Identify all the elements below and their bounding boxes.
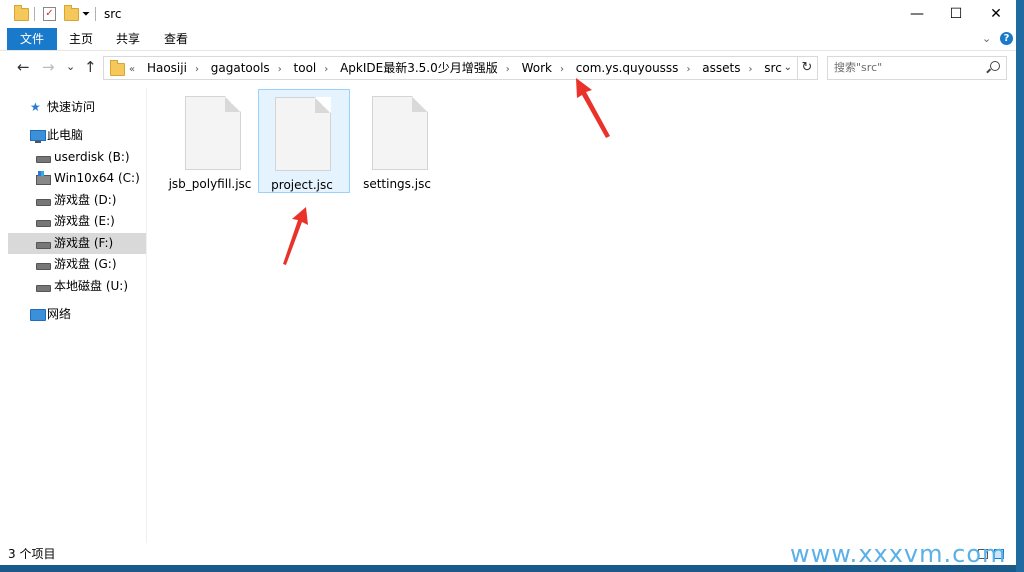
- sidebar-item-drive-u[interactable]: 本地磁盘 (U:): [8, 276, 146, 297]
- navigation-bar: ← → ⌄ ↑ « Haosiji › gagatools › tool › ApkI…: [0, 51, 1016, 83]
- desktop-background-strip: [1016, 0, 1024, 572]
- annotation-arrow-file: [283, 207, 308, 265]
- document-icon: [372, 96, 428, 170]
- tab-file[interactable]: 文件: [7, 28, 57, 50]
- tab-view[interactable]: 查看: [164, 28, 188, 50]
- sidebar-item-label: 网络: [47, 307, 72, 321]
- sidebar-item-label: 本地磁盘 (U:): [54, 279, 129, 293]
- sidebar-item-label: userdisk (B:): [54, 150, 130, 164]
- sidebar-item-drive-b[interactable]: userdisk (B:): [8, 147, 146, 168]
- sidebar-item-label: Win10x64 (C:): [54, 171, 140, 185]
- close-button[interactable]: ✕: [973, 0, 1016, 28]
- explorer-window: ✓ ⏷ src — ☐ ✕ 文件 主页 共享 查看 ⌄ ? ← → ⌄ ↑ « …: [0, 0, 1016, 565]
- address-bar[interactable]: « Haosiji › gagatools › tool › ApkIDE最新3.5.…: [103, 56, 798, 80]
- chevron-right-icon[interactable]: ›: [190, 59, 204, 81]
- chevron-right-icon[interactable]: ›: [555, 59, 569, 81]
- document-icon: [275, 97, 331, 171]
- tab-home[interactable]: 主页: [69, 28, 93, 50]
- ribbon-tabs: 文件 主页 共享 查看 ⌄ ?: [0, 28, 1016, 51]
- breadcrumb-item[interactable]: assets: [699, 57, 743, 79]
- sidebar-item-drive-e[interactable]: 游戏盘 (E:): [8, 211, 146, 232]
- help-icon[interactable]: ?: [1000, 32, 1013, 45]
- drive-icon: [36, 242, 51, 249]
- sidebar-item-this-pc[interactable]: 此电脑: [8, 125, 146, 146]
- document-icon: [185, 96, 241, 170]
- customize-quick-access-icon[interactable]: ⏷: [82, 6, 90, 22]
- search-input[interactable]: [834, 59, 984, 75]
- title-separator: [95, 7, 96, 21]
- breadcrumb: « Haosiji › gagatools › tool › ApkIDE最新3.5.…: [124, 57, 785, 79]
- quick-access-separator: [34, 7, 35, 21]
- file-item[interactable]: jsb_polyfill.jsc: [164, 89, 256, 193]
- sidebar-item-label: 游戏盘 (E:): [54, 214, 115, 228]
- network-icon: [30, 309, 46, 321]
- folder-icon[interactable]: [14, 4, 29, 22]
- sidebar-item-drive-g[interactable]: 游戏盘 (G:): [8, 254, 146, 275]
- sidebar-item-drive-d[interactable]: 游戏盘 (D:): [8, 190, 146, 211]
- annotation-arrow-address: [576, 78, 610, 138]
- chevron-right-icon[interactable]: ›: [743, 59, 757, 81]
- system-drive-icon: [36, 171, 51, 185]
- address-dropdown-icon[interactable]: ⌄: [784, 57, 792, 79]
- navigation-pane: ★ 快速访问 此电脑 userdisk (B:) Win10x64 (C:) 游…: [8, 88, 147, 543]
- tab-share[interactable]: 共享: [116, 28, 140, 50]
- search-icon[interactable]: [990, 61, 1000, 71]
- folder-icon: [110, 60, 125, 76]
- chevron-right-icon[interactable]: ›: [273, 59, 287, 81]
- watermark-text: www.xxxvm.com: [790, 540, 1007, 568]
- breadcrumb-item[interactable]: gagatools: [208, 57, 273, 79]
- up-button[interactable]: ↑: [84, 58, 97, 76]
- sidebar-item-quick-access[interactable]: ★ 快速访问: [8, 97, 146, 118]
- drive-icon: [36, 285, 51, 292]
- breadcrumb-item[interactable]: Work: [519, 57, 555, 79]
- title-bar: ✓ ⏷ src — ☐ ✕: [0, 0, 1016, 28]
- new-folder-icon[interactable]: [64, 4, 79, 22]
- sidebar-item-label: 此电脑: [47, 128, 84, 142]
- sidebar-item-label: 快速访问: [47, 100, 96, 114]
- forward-button[interactable]: →: [42, 58, 55, 76]
- item-count: 3 个项目: [8, 547, 56, 561]
- recent-locations-button[interactable]: ⌄: [66, 58, 75, 76]
- computer-icon: [30, 130, 46, 143]
- breadcrumb-item-current[interactable]: src: [761, 57, 785, 79]
- address-overflow-icon[interactable]: «: [124, 59, 140, 81]
- chevron-right-icon[interactable]: ›: [681, 59, 695, 81]
- file-name: jsb_polyfill.jsc: [168, 177, 252, 191]
- sidebar-item-drive-f[interactable]: 游戏盘 (F:): [8, 233, 146, 254]
- drive-icon: [36, 156, 51, 163]
- drive-icon: [36, 220, 51, 227]
- star-icon: ★: [30, 100, 41, 114]
- file-item-selected[interactable]: project.jsc: [258, 89, 350, 193]
- drive-icon: [36, 263, 51, 270]
- back-button[interactable]: ←: [17, 58, 30, 76]
- search-box[interactable]: [827, 56, 1007, 80]
- sidebar-item-label: 游戏盘 (D:): [54, 193, 117, 207]
- sidebar-item-network[interactable]: 网络: [8, 304, 146, 325]
- file-item[interactable]: settings.jsc: [351, 89, 443, 193]
- drive-icon: [36, 199, 51, 206]
- sidebar-item-label: 游戏盘 (G:): [54, 257, 117, 271]
- breadcrumb-item[interactable]: ApkIDE最新3.5.0少月增强版: [337, 57, 501, 79]
- breadcrumb-item[interactable]: Haosiji: [144, 57, 190, 79]
- chevron-right-icon[interactable]: ›: [501, 59, 515, 81]
- breadcrumb-item[interactable]: tool: [291, 57, 320, 79]
- sidebar-item-drive-c[interactable]: Win10x64 (C:): [8, 168, 146, 189]
- chevron-right-icon[interactable]: ›: [319, 59, 333, 81]
- refresh-button[interactable]: ↻: [797, 56, 818, 80]
- properties-icon[interactable]: ✓: [43, 6, 56, 22]
- ribbon-collapse-icon[interactable]: ⌄: [982, 28, 991, 50]
- file-name: project.jsc: [271, 178, 333, 192]
- file-name: settings.jsc: [363, 177, 431, 191]
- window-title: src: [104, 7, 122, 21]
- sidebar-item-label: 游戏盘 (F:): [54, 236, 114, 250]
